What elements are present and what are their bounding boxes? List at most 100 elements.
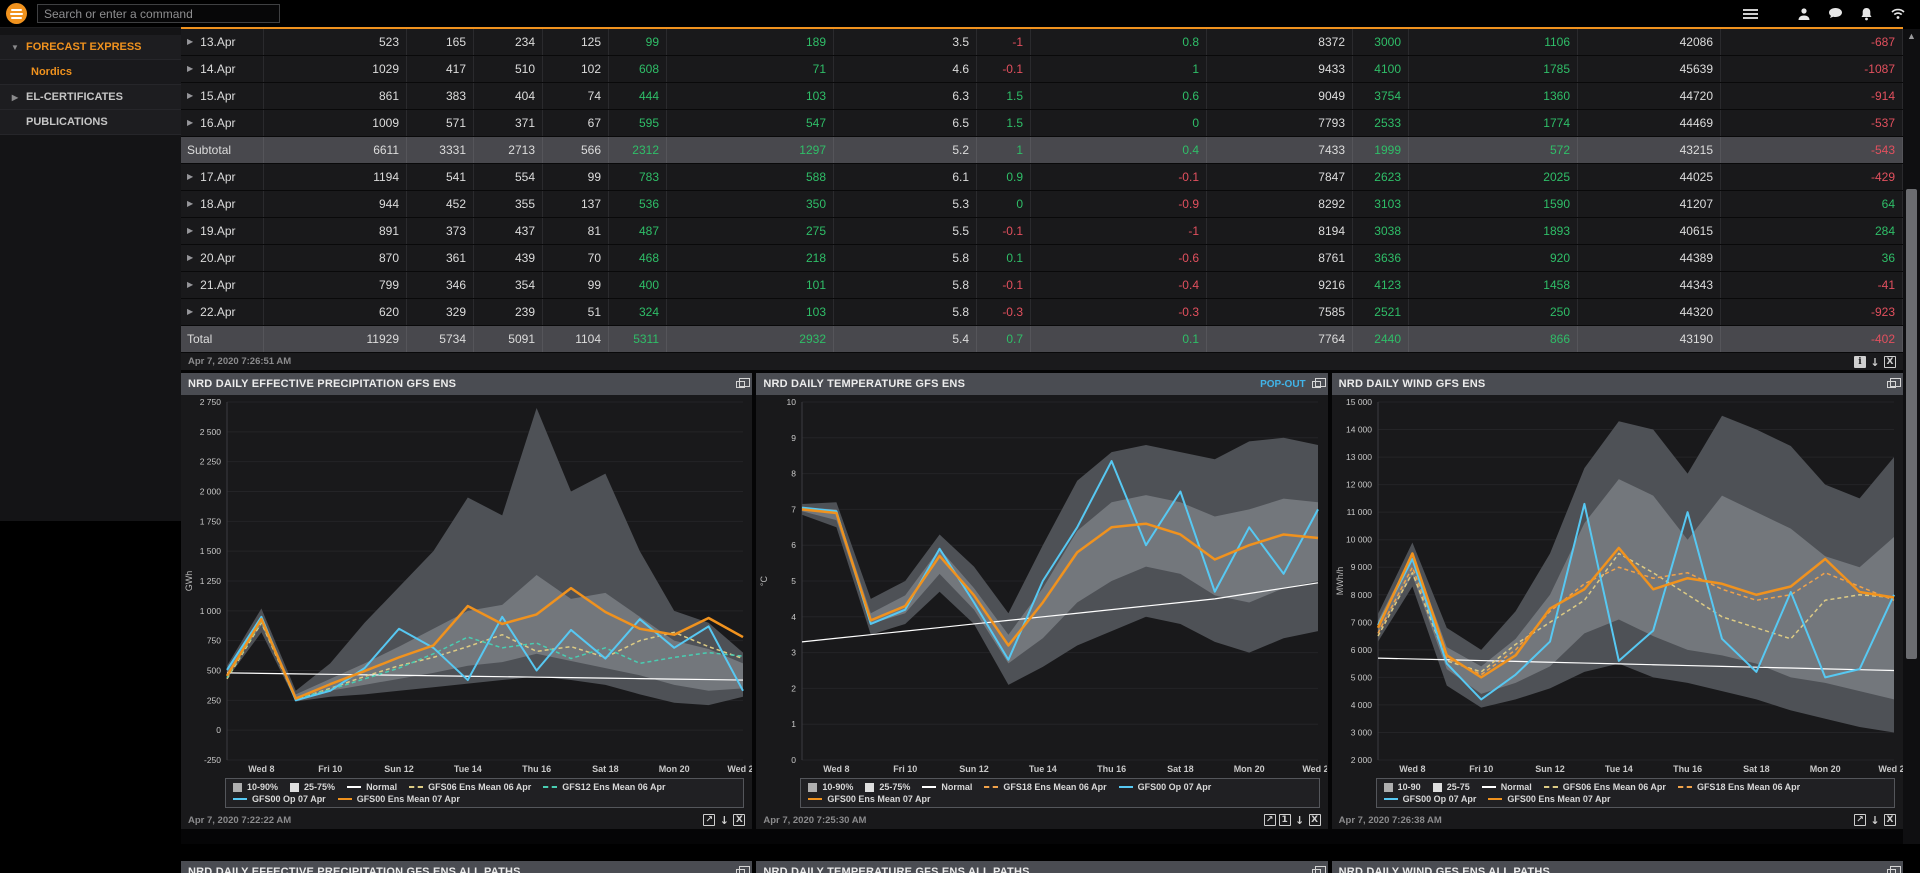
chart-timestamp: Apr 7, 2020 7:26:38 AM (1339, 815, 1442, 826)
row-expand-icon[interactable]: ▶ (187, 56, 193, 82)
table-cell: -0.9 (1031, 191, 1207, 217)
svg-text:7: 7 (792, 504, 797, 514)
popout-icon[interactable] (1312, 381, 1321, 388)
chart-header: NRD DAILY EFFECTIVE PRECIPITATION GFS EN… (181, 373, 752, 395)
image-count-icon[interactable]: 1 (1279, 814, 1291, 826)
row-label-cell: ▶13.Apr (181, 29, 264, 55)
table-cell: 7585 (1207, 299, 1353, 325)
wifi-icon[interactable] (1890, 7, 1906, 20)
external-link-icon[interactable]: ↗ (703, 814, 715, 826)
legend-swatch (1384, 783, 1393, 792)
popout-icon[interactable] (736, 869, 745, 873)
row-expand-icon[interactable]: ▶ (187, 218, 193, 244)
row-expand-icon[interactable]: ▶ (187, 299, 193, 325)
download-icon[interactable]: ↓ (718, 814, 730, 826)
table-cell: 400 (609, 272, 667, 298)
excel-export-icon[interactable]: X (1309, 814, 1321, 826)
sidebar-item-label: EL-CERTIFICATES (26, 91, 123, 103)
bell-icon[interactable] (1860, 7, 1873, 21)
table-row[interactable]: ▶20.Apr870361439704682185.80.1-0.6876136… (181, 245, 1903, 272)
table-row[interactable]: ▶19.Apr891373437814872755.5-0.1-18194303… (181, 218, 1903, 245)
menu-icon[interactable] (1743, 9, 1758, 19)
table-row[interactable]: ▶18.Apr9444523551375363505.30-0.98292310… (181, 191, 1903, 218)
table-cell: 6.1 (834, 164, 977, 190)
popout-link[interactable]: POP-OUT (1260, 379, 1306, 390)
table-cell: 595 (609, 110, 667, 136)
chevron-icon: ▶ (10, 93, 20, 102)
table-cell: 40615 (1578, 218, 1721, 244)
search-input[interactable] (37, 4, 280, 23)
table-row[interactable]: ▶22.Apr620329239513241035.8-0.3-0.375852… (181, 299, 1903, 326)
svg-text:Mon 20: Mon 20 (1809, 764, 1840, 774)
table-cell: -0.3 (1031, 299, 1207, 325)
table-cell: 350 (667, 191, 834, 217)
forecast-table: ▶13.Apr523165234125991893.5-10.883723000… (181, 29, 1903, 353)
sidebar-item-forecast-express[interactable]: ▼FORECAST EXPRESS (0, 35, 181, 60)
legend-item: GFS00 Op 07 Apr (233, 794, 326, 804)
popout-icon[interactable] (1887, 869, 1896, 873)
legend-item: 25-75% (865, 782, 910, 792)
chart-plot[interactable]: 2 0003 0004 0005 0006 0007 0008 0009 000… (1332, 395, 1903, 776)
table-cell: 5.8 (834, 272, 977, 298)
table-cell: 588 (667, 164, 834, 190)
table-cell: 2312 (609, 137, 667, 163)
external-link-icon[interactable]: ↗ (1264, 814, 1276, 826)
legend-swatch (1119, 786, 1133, 788)
row-expand-icon[interactable]: ▶ (187, 245, 193, 271)
excel-export-icon[interactable]: X (733, 814, 745, 826)
table-row[interactable]: ▶13.Apr523165234125991893.5-10.883723000… (181, 29, 1903, 56)
svg-text:6: 6 (792, 540, 797, 550)
row-expand-icon[interactable]: ▶ (187, 83, 193, 109)
download-icon[interactable]: ↓ (1869, 356, 1881, 368)
excel-export-icon[interactable]: X (1884, 356, 1896, 368)
sidebar-item-el-certificates[interactable]: ▶ EL-CERTIFICATES (0, 85, 181, 110)
table-row[interactable]: ▶21.Apr799346354994001015.8-0.1-0.492164… (181, 272, 1903, 299)
row-expand-icon[interactable]: ▶ (187, 110, 193, 136)
row-expand-icon[interactable]: ▶ (187, 272, 193, 298)
table-row[interactable]: ▶15.Apr861383404744441036.31.50.69049375… (181, 83, 1903, 110)
legend-item: 10-90 (1384, 782, 1421, 792)
scroll-up-icon[interactable]: ▲ (1903, 29, 1920, 44)
table-cell: 3331 (407, 137, 474, 163)
scrollbar-thumb[interactable] (1906, 189, 1917, 659)
legend-item: GFS00 Op 07 Apr (1119, 782, 1212, 792)
row-expand-icon[interactable]: ▶ (187, 191, 193, 217)
chat-icon[interactable] (1828, 7, 1843, 21)
table-timestamp: Apr 7, 2020 7:26:51 AM (188, 356, 291, 367)
table-row[interactable]: Subtotal661133312713566231212975.210.474… (181, 137, 1903, 164)
app-logo-icon[interactable] (6, 3, 27, 24)
table-cell: 1774 (1409, 110, 1578, 136)
table-cell: 1458 (1409, 272, 1578, 298)
sidebar-item-publications[interactable]: PUBLICATIONS (0, 110, 181, 135)
popout-icon[interactable] (1312, 869, 1321, 873)
chart-plot[interactable]: 012345678910Wed 8Fri 10Sun 12Tue 14Thu 1… (756, 395, 1327, 776)
row-expand-icon[interactable]: ▶ (187, 164, 193, 190)
legend-item: 25-75 (1433, 782, 1470, 792)
download-icon[interactable]: ↓ (1294, 814, 1306, 826)
svg-text:8: 8 (792, 469, 797, 479)
user-icon[interactable] (1797, 7, 1811, 21)
table-cell: -914 (1721, 83, 1903, 109)
legend-label: GFS00 Ens Mean 07 Apr (827, 794, 930, 804)
legend-label: GFS00 Op 07 Apr (1138, 782, 1212, 792)
excel-export-icon[interactable]: X (1884, 814, 1896, 826)
row-expand-icon[interactable]: ▶ (187, 29, 193, 55)
popout-icon[interactable] (1887, 381, 1896, 388)
table-cell: 1104 (543, 326, 609, 352)
table-cell: 1893 (1409, 218, 1578, 244)
table-cell: 0.1 (1031, 326, 1207, 352)
table-row[interactable]: ▶14.Apr1029417510102608714.6-0.119433410… (181, 56, 1903, 83)
external-link-icon[interactable]: ↗ (1854, 814, 1866, 826)
sidebar-item-nordics[interactable]: Nordics (0, 60, 181, 85)
svg-text:1 000: 1 000 (200, 606, 222, 616)
download-icon[interactable]: ↓ (1869, 814, 1881, 826)
table-row[interactable]: Total11929573450911104531129325.40.70.17… (181, 326, 1903, 353)
info-icon[interactable]: i (1854, 356, 1866, 368)
vertical-scrollbar[interactable]: ▲ (1903, 29, 1920, 844)
popout-icon[interactable] (736, 381, 745, 388)
table-cell: 5.8 (834, 299, 977, 325)
table-row[interactable]: ▶17.Apr1194541554997835886.10.9-0.178472… (181, 164, 1903, 191)
table-cell: 99 (543, 272, 609, 298)
chart-plot[interactable]: -25002505007501 0001 2501 5001 7502 0002… (181, 395, 752, 776)
table-row[interactable]: ▶16.Apr1009571371675955476.51.5077932533… (181, 110, 1903, 137)
